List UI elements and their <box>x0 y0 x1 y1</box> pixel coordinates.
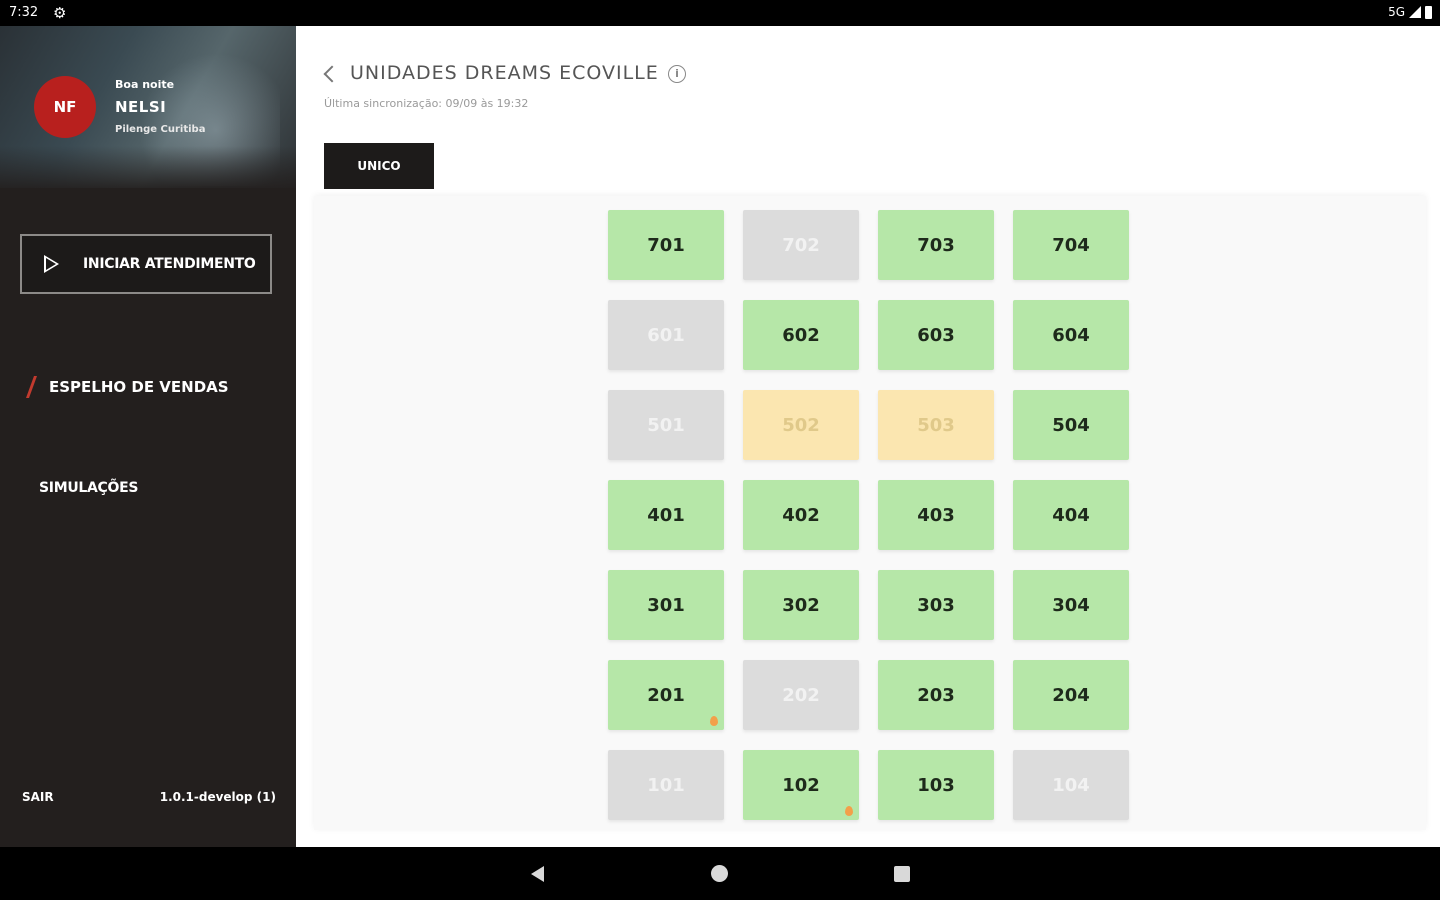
unit-number: 702 <box>782 234 820 256</box>
nav-item-sales-mirror-label: ESPELHO DE VENDAS <box>49 378 229 396</box>
unit-cell-202[interactable]: 202 <box>743 660 859 730</box>
unit-cell-204[interactable]: 204 <box>1013 660 1129 730</box>
unit-cell-301[interactable]: 301 <box>608 570 724 640</box>
unit-number: 301 <box>647 594 685 616</box>
user-name: NELSI <box>115 98 167 116</box>
battery-icon <box>1425 5 1432 19</box>
status-icons: 5G <box>1388 5 1432 19</box>
greeting-text: Boa noite <box>115 78 175 91</box>
unit-cell-401[interactable]: 401 <box>608 480 724 550</box>
unit-number: 404 <box>1052 504 1090 526</box>
settings-gear-icon: ⚙ <box>53 4 67 22</box>
unit-cell-403[interactable]: 403 <box>878 480 994 550</box>
unit-number: 304 <box>1052 594 1090 616</box>
unit-number: 403 <box>917 504 955 526</box>
unit-cell-102[interactable]: 102 <box>743 750 859 820</box>
unit-cell-603[interactable]: 603 <box>878 300 994 370</box>
logout-button[interactable]: SAIR <box>22 790 54 804</box>
unit-number: 201 <box>647 684 685 706</box>
unit-number: 602 <box>782 324 820 346</box>
unit-cell-101[interactable]: 101 <box>608 750 724 820</box>
unit-cell-704[interactable]: 704 <box>1013 210 1129 280</box>
unit-cell-501[interactable]: 501 <box>608 390 724 460</box>
nav-item-simulations[interactable]: SIMULAÇÕES <box>39 480 138 496</box>
unit-cell-701[interactable]: 701 <box>608 210 724 280</box>
unit-number: 401 <box>647 504 685 526</box>
unit-cell-604[interactable]: 604 <box>1013 300 1129 370</box>
start-attendance-button[interactable]: INICIAR ATENDIMENTO <box>20 234 272 294</box>
app-version: 1.0.1-develop (1) <box>159 790 276 804</box>
unit-number: 604 <box>1052 324 1090 346</box>
tab-unico[interactable]: UNICO <box>324 143 434 189</box>
unit-number: 601 <box>647 324 685 346</box>
nav-item-sales-mirror[interactable]: ESPELHO DE VENDAS <box>25 376 229 398</box>
unit-cell-103[interactable]: 103 <box>878 750 994 820</box>
play-icon <box>44 255 59 273</box>
unit-cell-502[interactable]: 502 <box>743 390 859 460</box>
flame-icon <box>845 806 853 816</box>
unit-number: 501 <box>647 414 685 436</box>
unit-cell-404[interactable]: 404 <box>1013 480 1129 550</box>
unit-number: 102 <box>782 774 820 796</box>
unit-cell-601[interactable]: 601 <box>608 300 724 370</box>
unit-cell-203[interactable]: 203 <box>878 660 994 730</box>
start-attendance-label: INICIAR ATENDIMENTO <box>83 256 256 272</box>
unit-cell-104[interactable]: 104 <box>1013 750 1129 820</box>
unit-cell-504[interactable]: 504 <box>1013 390 1129 460</box>
unit-number: 603 <box>917 324 955 346</box>
main-content: UNIDADES DREAMS ECOVILLE i Última sincro… <box>296 26 1440 847</box>
unit-cell-703[interactable]: 703 <box>878 210 994 280</box>
profile-header: NF Boa noite NELSI Pilenge Curitiba <box>0 26 296 188</box>
system-back-icon[interactable] <box>531 866 544 882</box>
unit-number: 504 <box>1052 414 1090 436</box>
hero-fade <box>0 146 296 188</box>
page-title: UNIDADES DREAMS ECOVILLE <box>350 62 659 84</box>
unit-cell-304[interactable]: 304 <box>1013 570 1129 640</box>
unit-number: 204 <box>1052 684 1090 706</box>
system-recents-icon[interactable] <box>894 866 910 882</box>
system-nav-bar <box>0 847 1440 900</box>
avatar[interactable]: NF <box>34 76 96 138</box>
unit-number: 402 <box>782 504 820 526</box>
unit-cell-503[interactable]: 503 <box>878 390 994 460</box>
unit-number: 101 <box>647 774 685 796</box>
last-sync-text: Última sincronização: 09/09 às 19:32 <box>324 97 529 110</box>
unit-number: 703 <box>917 234 955 256</box>
system-home-icon[interactable] <box>711 865 728 882</box>
info-icon[interactable]: i <box>668 65 686 83</box>
unit-cell-702[interactable]: 702 <box>743 210 859 280</box>
unit-number: 303 <box>917 594 955 616</box>
unit-number: 104 <box>1052 774 1090 796</box>
unit-cell-602[interactable]: 602 <box>743 300 859 370</box>
unit-number: 202 <box>782 684 820 706</box>
status-bar: 7:32 ⚙ 5G <box>0 0 1440 26</box>
unit-cell-302[interactable]: 302 <box>743 570 859 640</box>
active-indicator <box>25 376 38 398</box>
organization-name: Pilenge Curitiba <box>115 124 206 135</box>
unit-cell-201[interactable]: 201 <box>608 660 724 730</box>
unit-cell-402[interactable]: 402 <box>743 480 859 550</box>
flame-icon <box>710 716 718 726</box>
unit-number: 302 <box>782 594 820 616</box>
unit-number: 503 <box>917 414 955 436</box>
unit-number: 704 <box>1052 234 1090 256</box>
sidebar: NF Boa noite NELSI Pilenge Curitiba INIC… <box>0 26 296 847</box>
unit-cell-303[interactable]: 303 <box>878 570 994 640</box>
units-grid-panel: 701 702 703 704 601 602 603 604 501 502 503 504 401 4… <box>314 196 1426 830</box>
unit-number: 701 <box>647 234 685 256</box>
clock: 7:32 <box>9 5 39 20</box>
back-arrow-icon[interactable] <box>323 65 341 83</box>
units-grid: 701 702 703 704 601 602 603 604 501 502 503 504 401 4… <box>608 210 1129 820</box>
unit-number: 203 <box>917 684 955 706</box>
signal-icon <box>1409 6 1421 18</box>
network-label: 5G <box>1388 5 1405 19</box>
unit-number: 103 <box>917 774 955 796</box>
unit-number: 502 <box>782 414 820 436</box>
